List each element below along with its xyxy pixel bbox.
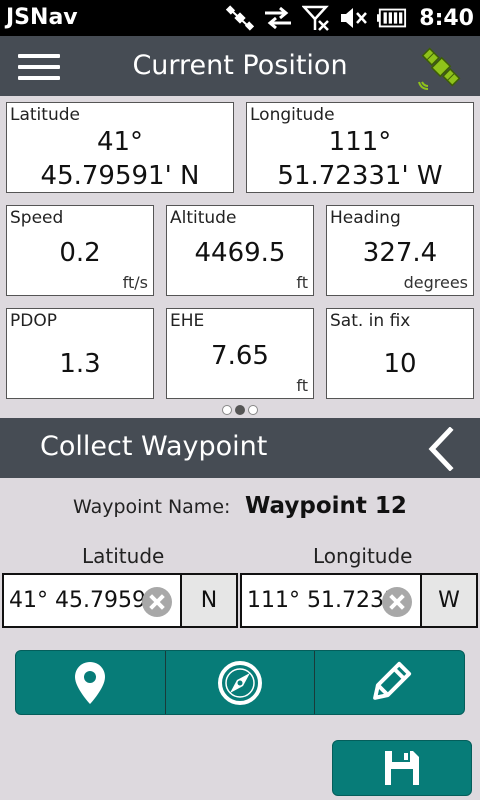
- signal-off-icon: [301, 5, 331, 31]
- waypoint-name-value[interactable]: Waypoint 12: [245, 493, 407, 519]
- latitude-minutes: 45.79591' N: [40, 161, 200, 191]
- save-icon: [385, 751, 419, 785]
- longitude-label: Longitude: [250, 105, 335, 125]
- save-waypoint-button[interactable]: [332, 740, 472, 796]
- latitude-tile: Latitude 41° 45.79591' N: [6, 102, 234, 193]
- page-title: Current Position: [132, 50, 348, 81]
- satellite-icon: [418, 47, 461, 90]
- sats-in-fix-value: 10: [383, 349, 417, 379]
- altitude-value: 4469.5: [194, 238, 286, 268]
- ehe-unit: ft: [296, 376, 308, 395]
- latitude-hemisphere-button[interactable]: N: [180, 575, 236, 626]
- clock: 8:40: [419, 5, 474, 31]
- compass-icon: [218, 660, 262, 705]
- map-pin-icon: [75, 661, 106, 704]
- pdop-label: PDOP: [10, 311, 57, 331]
- latitude-label: Latitude: [10, 105, 80, 125]
- sats-in-fix-label: Sat. in fix: [330, 311, 411, 331]
- edit-waypoint-button[interactable]: [314, 651, 464, 714]
- latitude-input-label: Latitude: [82, 544, 165, 568]
- waypoint-action-bar: [15, 650, 465, 715]
- sync-arrows-icon: [263, 5, 293, 31]
- speed-value: 0.2: [59, 238, 101, 268]
- waypoint-name-label: Waypoint Name:: [73, 496, 231, 518]
- status-icons: 8:40: [225, 0, 474, 36]
- back-button[interactable]: [420, 426, 460, 472]
- status-bar: JSNav 8:40: [0, 0, 480, 36]
- sats-in-fix-tile: Sat. in fix 10: [326, 308, 474, 399]
- gps-satellite-button[interactable]: [416, 42, 466, 92]
- use-current-position-button[interactable]: [16, 651, 165, 714]
- chevron-left-icon: [428, 426, 454, 472]
- collect-waypoint-title: Collect Waypoint: [40, 431, 268, 462]
- pdop-tile: PDOP 1.3: [6, 308, 154, 399]
- altitude-label: Altitude: [170, 208, 237, 228]
- speed-tile: Speed 0.2 ft/s: [6, 205, 154, 296]
- longitude-degrees: 111°: [328, 127, 392, 157]
- longitude-hemisphere-button[interactable]: W: [420, 575, 476, 626]
- page-indicator[interactable]: [222, 405, 258, 415]
- page-dot[interactable]: [248, 405, 258, 415]
- navigate-button[interactable]: [164, 651, 315, 714]
- clear-longitude-icon[interactable]: [382, 587, 412, 617]
- speed-label: Speed: [10, 208, 64, 228]
- ehe-value: 7.65: [211, 341, 269, 371]
- battery-icon: [377, 5, 407, 31]
- page-dot-active[interactable]: [235, 405, 245, 415]
- longitude-field[interactable]: 111° 51.72331 W: [240, 573, 478, 628]
- pdop-value: 1.3: [59, 349, 101, 379]
- volume-muted-icon: [339, 5, 369, 31]
- longitude-minutes: 51.72331' W: [277, 161, 443, 191]
- altitude-tile: Altitude 4469.5 ft: [166, 205, 314, 296]
- heading-value: 327.4: [362, 238, 438, 268]
- page-dot[interactable]: [222, 405, 232, 415]
- speed-unit: ft/s: [122, 273, 148, 292]
- ehe-label: EHE: [170, 311, 205, 331]
- altitude-unit: ft: [296, 273, 308, 292]
- longitude-input-label: Longitude: [313, 544, 413, 568]
- app-header: Current Position: [0, 36, 480, 96]
- latitude-input-value[interactable]: 41° 45.79591: [9, 588, 160, 613]
- longitude-tile: Longitude 111° 51.72331' W: [246, 102, 474, 193]
- latitude-degrees: 41°: [96, 127, 144, 157]
- heading-unit: degrees: [403, 273, 468, 292]
- latitude-field[interactable]: 41° 45.79591 N: [2, 573, 238, 628]
- ehe-tile: EHE 7.65 ft: [166, 308, 314, 399]
- collect-waypoint-bar: Collect Waypoint: [0, 418, 480, 478]
- pencil-icon: [372, 661, 411, 700]
- clear-latitude-icon[interactable]: [142, 587, 172, 617]
- heading-tile: Heading 327.4 degrees: [326, 205, 474, 296]
- heading-label: Heading: [330, 208, 401, 228]
- app-name: JSNav: [6, 5, 78, 30]
- satellite-icon: [225, 5, 255, 31]
